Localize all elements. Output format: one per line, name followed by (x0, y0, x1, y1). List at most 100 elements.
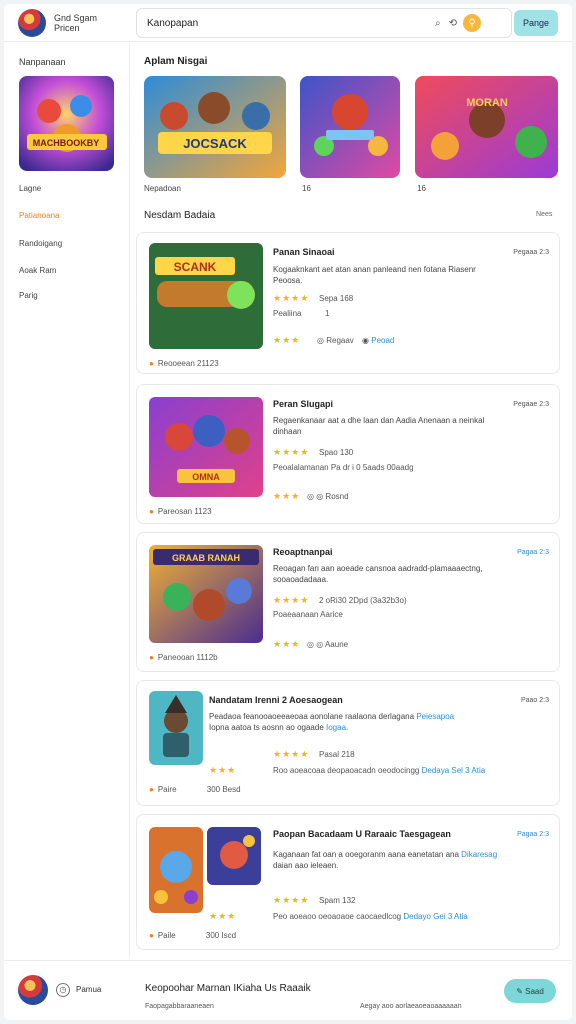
card-5-meta-bottom-link[interactable]: Dedayo Gei 3 Atia (403, 912, 467, 921)
circle-icon: ◉ (362, 336, 370, 345)
card-5-desc-link-1[interactable]: Dikaresag (461, 850, 497, 859)
card-1-desc-line-2: Peoosa. (273, 276, 303, 285)
card-3-title: Reoaptnanpai (273, 547, 333, 557)
card-2-meta-bottom: ◎ ◎ Rosnd (307, 492, 349, 501)
card-5-meta-top: Spam 132 (319, 896, 356, 905)
card-1-rating-bottom: ★★★ (273, 335, 301, 345)
card-2-desc-line-1: Regaenkanaar aat a dhe laan dan Aadia An… (273, 416, 485, 425)
card-5-date: Pagaa 2:3 (517, 831, 549, 838)
card-3-thumbnail[interactable]: GRAAB RANAH (149, 545, 263, 643)
card-5-thumbnail-1[interactable] (149, 827, 203, 913)
card-5-description: Kaganaan fat oan a ooegoranm aana eaneta… (273, 849, 553, 871)
card-4-footer: ● Paire 300 Besd (149, 785, 241, 794)
circle-icon: ◎ ◎ (307, 492, 324, 501)
list-card-4[interactable]: Nandatam Irenni 2 Aoesaogean Paao 2:3 Pe… (136, 680, 560, 806)
card-1-rating-top: ★★★★ (273, 293, 310, 303)
location-icon: ● (149, 359, 154, 368)
featured-art-text-1: JOCSACK (183, 136, 247, 151)
list-card-3[interactable]: GRAAB RANAH Reoaptnanpai Pagaa 2:3 Reoag… (136, 532, 560, 672)
card-4-meta-bottom-link[interactable]: Dedaya Sel 3 Atia (422, 766, 486, 775)
card-3-meta-mid: Poaeaanaan Aarice (273, 610, 343, 619)
card-5-desc-line-2: daian aao ieleaen. (273, 861, 339, 870)
sidebar-item-3[interactable]: Randoigang (19, 239, 62, 248)
card-4-desc-line-1: Peadaoa feanooaoeeaeoaa aonolane raalaon… (209, 712, 415, 721)
card-4-thumbnail[interactable] (149, 691, 203, 765)
location-icon: ● (149, 931, 154, 940)
card-4-meta-bottom-text: Roo aoeacoaa deopaoacadn oeodocingg (273, 766, 420, 775)
card-2-description: Regaenkanaar aat a dhe laan dan Aadia An… (273, 415, 553, 437)
card-1-meta-bottom: ◎ Regaav ◉ Peoad (317, 336, 394, 345)
list-card-1[interactable]: SCANK Panan Sinaoai Pegaaa 2:3 Kogaaknka… (136, 232, 560, 374)
bottom-action-button[interactable]: ✎ Saad (504, 979, 556, 1003)
bottom-bar: ◷ Pamua Keopoohar Marnan IKiaha Us Raaai… (4, 960, 572, 1020)
card-4-desc-link-2[interactable]: Iogaa. (326, 723, 348, 732)
featured-tile-3[interactable]: MORAN (415, 76, 558, 178)
circle-icon: ◎ ◎ (307, 640, 324, 649)
card-2-date: Pegaae 2:3 (513, 401, 549, 408)
card-1-thumbnail[interactable]: SCANK (149, 243, 263, 349)
card-1-meta-top: Sepa 168 (319, 294, 354, 303)
app-logo[interactable] (18, 8, 46, 37)
card-1-meta-mid: Pealiina (273, 309, 302, 318)
card-2-footer-text: Pareosan 1123 (157, 507, 212, 516)
list-card-5[interactable]: Paopan Bacadaam U Raraaic Taesgagean Pag… (136, 814, 560, 950)
card-2-desc-line-2: dinhaan (273, 427, 302, 436)
card-1-description: Kogaaknkant aet atan anan panleand nen f… (273, 264, 553, 286)
card-1-art-text: SCANK (174, 260, 217, 274)
section-see-all-link[interactable]: Nees (536, 211, 552, 218)
clock-icon: ◷ (56, 983, 70, 997)
card-3-art-text: GRAAB RANAH (172, 553, 240, 563)
card-2-art-text: OMNA (192, 472, 220, 482)
card-3-date: Pagaa 2:3 (517, 549, 549, 556)
top-header: Gnd Sgam Pricen ⌕ ⟲ ⚲ Pange (4, 4, 572, 42)
card-1-meta-mid-extra: 1 (325, 309, 330, 318)
featured-caption-3: 16 (417, 184, 426, 193)
sidebar-item-5[interactable]: Parig (19, 291, 38, 300)
card-3-desc-line-1: Reoagan fan aan aoeade cansnoa aadradd-p… (273, 564, 483, 573)
card-5-thumbnail-2[interactable] (207, 827, 261, 885)
card-3-desc-line-2: sooaoadadaaa. (273, 575, 329, 584)
refresh-icon[interactable]: ⟲ (449, 18, 457, 29)
card-4-meta-bottom: Roo aoeacoaa deopaoacadn oeodocingg Deda… (273, 766, 485, 775)
card-4-desc-link-1[interactable]: Peiesapoa (416, 712, 454, 721)
card-4-desc-line-2: Iopna aatoa ts aosnn ao ogaade (209, 723, 324, 732)
card-4-date: Paao 2:3 (520, 697, 549, 704)
card-3-rating-top: ★★★★ (273, 595, 310, 605)
sidebar-item-2[interactable]: Patianoana (19, 211, 59, 220)
edit-icon: ✎ (516, 986, 526, 996)
card-5-meta-bottom-text: Peo aoeaoo oeoaoaoe caocaedlcog (273, 912, 402, 921)
sidebar-item-1[interactable]: Lagne (19, 184, 41, 193)
featured-tile-2[interactable] (300, 76, 400, 178)
search-input[interactable] (147, 17, 427, 29)
sidebar-featured-image[interactable]: MACHBOOKBY (19, 76, 114, 171)
card-2-footer: ● Pareosan 1123 (149, 507, 212, 516)
featured-tile-1[interactable]: JOCSACK (144, 76, 286, 178)
card-3-description: Reoagan fan aan aoeade cansnoa aadradd-p… (273, 563, 553, 585)
card-3-footer-text: Paneooan 1112b (157, 653, 218, 662)
card-3-meta-bottom: ◎ ◎ Aaune (307, 640, 348, 649)
sidebar-item-4[interactable]: Aoak Ram (19, 266, 56, 275)
sidebar-art-text: MACHBOOKBY (33, 138, 100, 148)
location-icon: ● (149, 507, 154, 516)
search-bar[interactable]: ⌕ ⟲ ⚲ (136, 8, 512, 38)
card-2-meta-bottom-1: Rosnd (325, 492, 349, 501)
card-1-desc-line-1: Kogaaknkant aet atan anan panleand nen f… (273, 265, 476, 274)
search-circle-icon[interactable]: ⚲ (463, 14, 481, 32)
search-icon[interactable]: ⌕ (435, 18, 441, 29)
header-action-button[interactable]: Pange (514, 10, 558, 36)
sidebar: Nanpanaan MACHBOOKBY Lagne Patianoana Ra… (4, 43, 130, 958)
card-4-description: Peadaoa feanooaoeeaeoaa aonolane raalaon… (209, 711, 553, 733)
location-icon: ● (149, 785, 154, 794)
circle-icon: ◎ (317, 336, 324, 345)
card-5-desc-line-1: Kaganaan fat oan a ooegoranm aana eaneta… (273, 850, 459, 859)
bottom-action-label: Saad (525, 986, 544, 996)
brand-line-2: Pricen (54, 22, 80, 33)
card-5-footer: ● Paile 300 Iscd (149, 931, 236, 940)
card-1-meta-bottom-2[interactable]: Peoad (371, 336, 394, 345)
card-3-meta-bottom-1: Aaune (324, 640, 349, 649)
card-2-thumbnail[interactable]: OMNA (149, 397, 263, 497)
list-card-2[interactable]: OMNA Peran Slugapi Pegaae 2:3 Regaenkana… (136, 384, 560, 524)
card-3-footer: ● Paneooan 1112b (149, 653, 218, 662)
bottom-logo[interactable] (18, 975, 48, 1005)
card-4-rating-top: ★★★★ (273, 749, 310, 759)
